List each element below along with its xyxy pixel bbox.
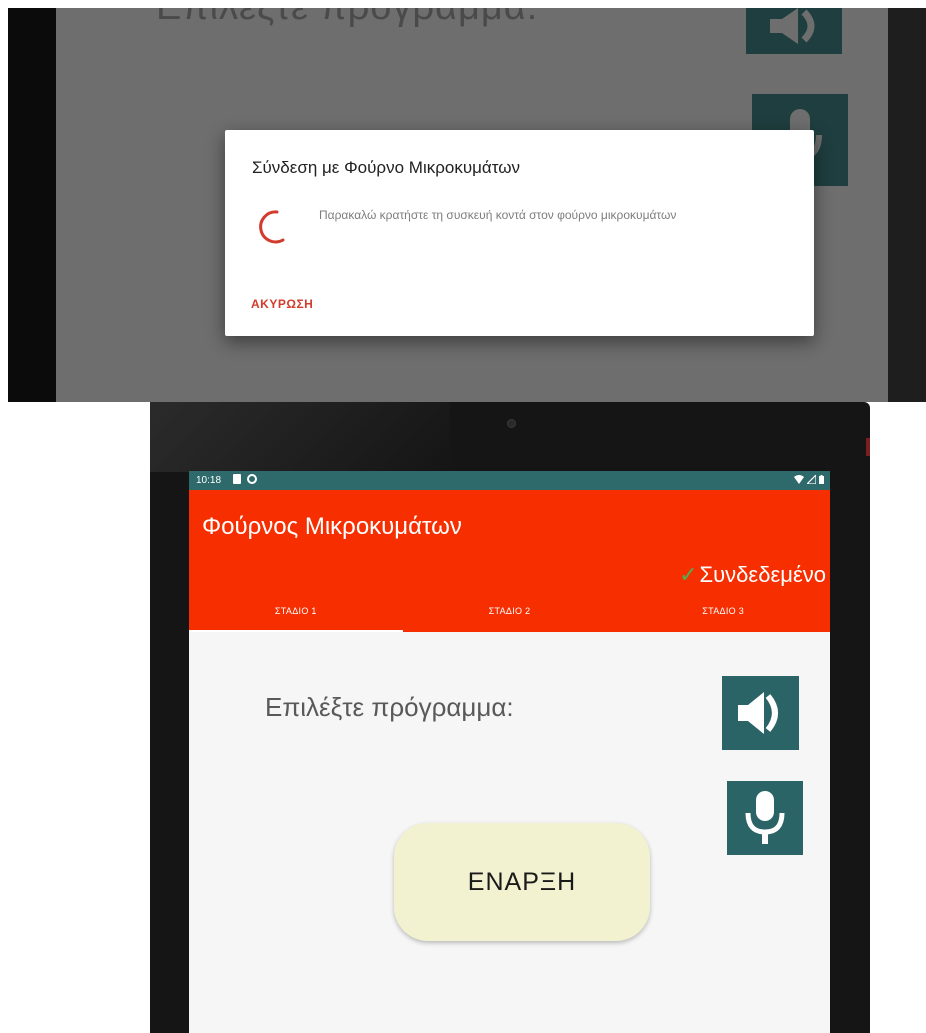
dimmed-screen: Επιλέξτε πρόγραμμα: Σύνδεση με Φούρνο Μι… <box>56 8 888 402</box>
connection-status-label: Συνδεδεμένο <box>699 562 826 587</box>
background-program-label: Επιλέξτε πρόγραμμα: <box>156 8 538 29</box>
bezel-glare <box>150 402 450 472</box>
tablet-screenshot: 10:18 Φούρνος Μικροκυμάτων ✓ Συνδεδεμένο… <box>150 402 870 1033</box>
cancel-button[interactable]: ΑΚΥΡΩΣΗ <box>251 297 313 311</box>
start-button[interactable]: ΕΝΑΡΞΗ <box>394 823 650 941</box>
app-bar: Φούρνος Μικροκυμάτων ✓ Συνδεδεμένο ΣΤΑΔΙ… <box>189 490 830 632</box>
status-icons-right <box>794 475 824 484</box>
dialog-message: Παρακαλώ κρατήστε τη συσκευή κοντά στον … <box>319 208 677 222</box>
tab-stage-2[interactable]: ΣΤΑΔΙΟ 2 <box>403 604 617 632</box>
status-time: 10:18 <box>196 475 222 486</box>
speaker-icon <box>737 692 778 734</box>
dialog-screenshot: Επιλέξτε πρόγραμμα: Σύνδεση με Φούρνο Μι… <box>8 8 926 402</box>
sync-icon <box>247 474 257 484</box>
side-button <box>866 438 870 456</box>
main-content: Επιλέξτε πρόγραμμα: ΕΝΑΡΞΗ <box>189 632 830 1033</box>
app-title: Φούρνος Μικροκυμάτων <box>202 513 462 540</box>
app-screen: 10:18 Φούρνος Μικροκυμάτων ✓ Συνδεδεμένο… <box>189 471 830 1033</box>
stage-tabs: ΣΤΑΔΙΟ 1 ΣΤΑΔΙΟ 2 ΣΤΑΔΙΟ 3 <box>189 604 830 632</box>
sd-card-icon <box>233 474 241 484</box>
signal-icon <box>807 475 816 484</box>
connection-status: ✓ Συνδεδεμένο <box>679 562 826 588</box>
tab-stage-3[interactable]: ΣΤΑΔΙΟ 3 <box>616 604 830 632</box>
background-speaker-button <box>746 8 842 54</box>
speaker-button[interactable] <box>722 676 799 750</box>
device-bezel-right <box>888 8 926 402</box>
program-label: Επιλέξτε πρόγραμμα: <box>265 692 514 722</box>
status-icons-left <box>233 474 257 484</box>
microphone-button[interactable] <box>727 781 803 855</box>
device-bezel-left <box>8 8 56 402</box>
tab-stage-1[interactable]: ΣΤΑΔΙΟ 1 <box>189 604 403 632</box>
check-icon: ✓ <box>679 562 698 587</box>
wifi-icon <box>794 475 804 484</box>
dialog-title: Σύνδεση με Φούρνο Μικροκυμάτων <box>252 158 521 177</box>
speaker-icon <box>770 8 815 44</box>
battery-icon <box>819 475 824 484</box>
camera-icon <box>507 419 516 428</box>
status-bar: 10:18 <box>189 471 830 490</box>
loading-spinner-icon <box>259 210 285 244</box>
microphone-icon <box>745 791 785 844</box>
connection-dialog: Σύνδεση με Φούρνο Μικροκυμάτων Παρακαλώ … <box>225 130 814 336</box>
